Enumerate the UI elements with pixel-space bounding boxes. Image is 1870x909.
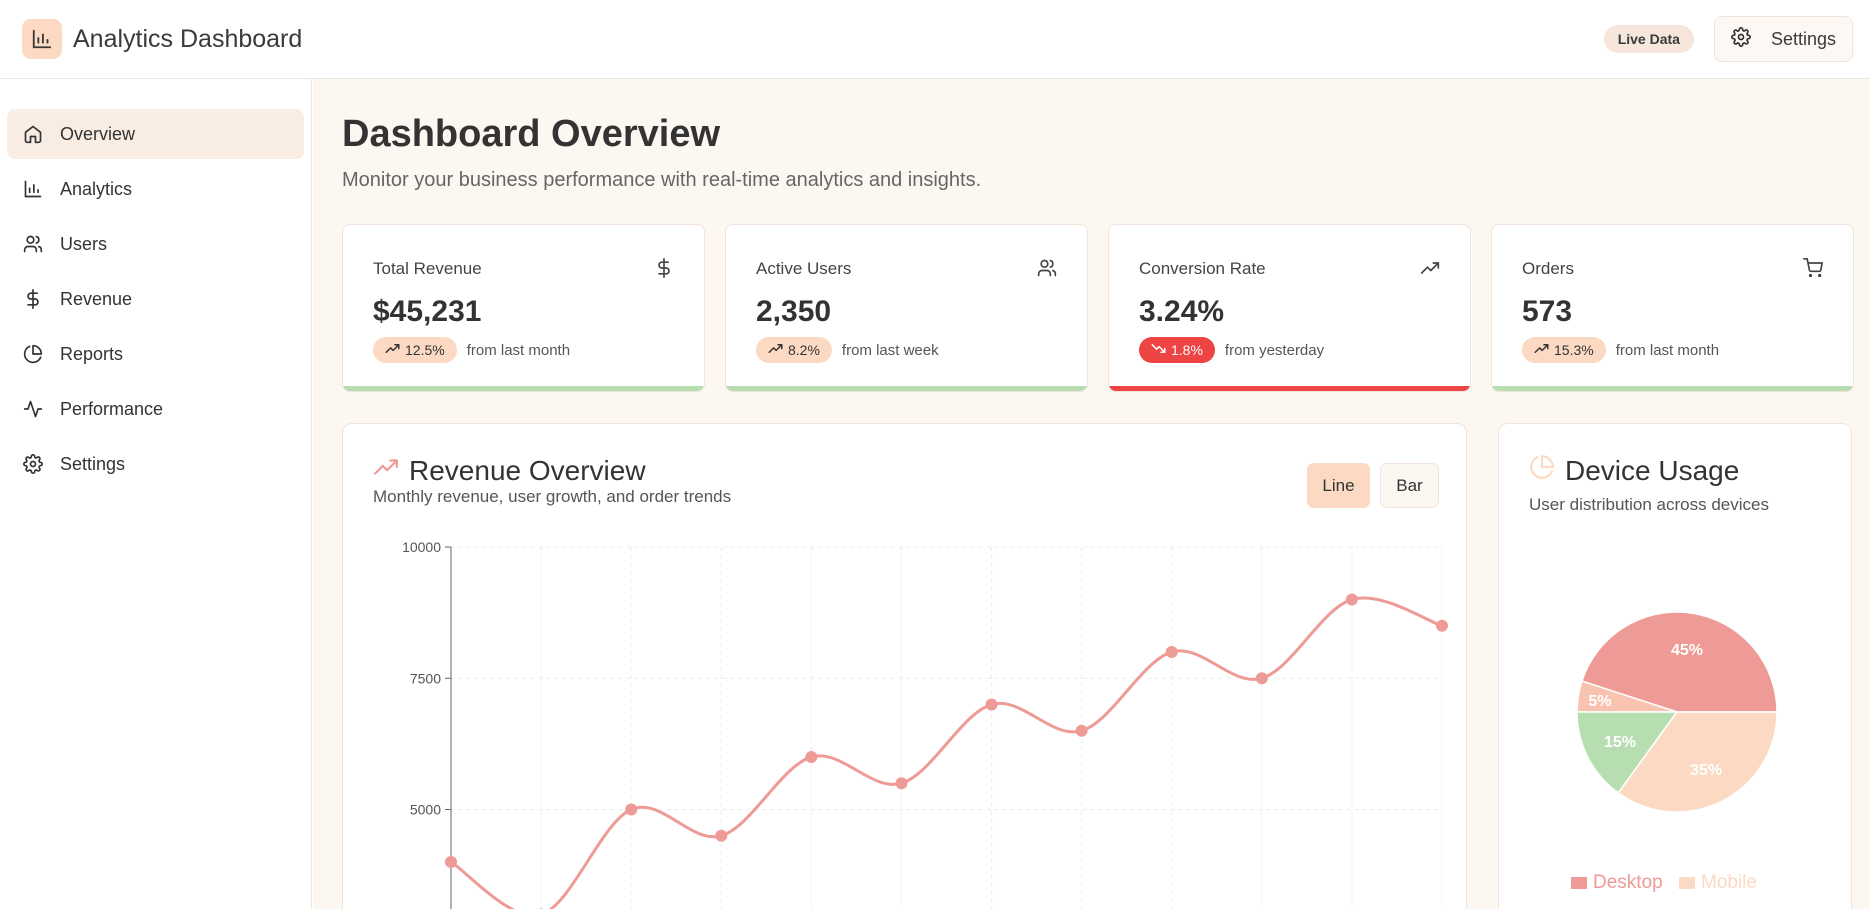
- cart-icon: [1803, 258, 1823, 283]
- sidebar-item-label: Analytics: [60, 178, 133, 199]
- device-usage-panel: Device Usage User distribution across de…: [1498, 423, 1852, 909]
- sidebar-item-label: Settings: [60, 453, 126, 474]
- sidebar-item-settings[interactable]: Settings: [7, 439, 304, 489]
- data-point: [715, 829, 728, 842]
- delta-period: from last month: [466, 341, 571, 359]
- card-value: 3.24%: [1139, 295, 1225, 328]
- data-point: [985, 698, 998, 711]
- delta-value: 12.5%: [405, 342, 445, 358]
- users-icon: [22, 233, 44, 255]
- card-accent-bar: [343, 386, 704, 391]
- data-point: [1255, 672, 1268, 685]
- sidebar-item-label: Reports: [60, 343, 124, 364]
- trend-up-icon: [1534, 341, 1549, 359]
- y-tick-label: 10000: [402, 539, 441, 555]
- legend-swatch: [1679, 877, 1695, 889]
- card-value: 2,350: [756, 295, 832, 328]
- stat-cards: Total Revenue $45,231 12.5% from last mo…: [342, 224, 1854, 392]
- stat-card-orders: Orders 573 15.3% from last month: [1491, 224, 1854, 392]
- card-label: Orders: [1522, 259, 1574, 278]
- revenue-series-line: [450, 596, 1443, 909]
- sidebar-item-revenue[interactable]: Revenue: [7, 274, 304, 324]
- sidebar-item-label: Revenue: [60, 288, 133, 309]
- legend-label: Desktop: [1593, 872, 1663, 893]
- data-point: [1165, 646, 1178, 658]
- pie-slice-label: 45%: [1671, 642, 1703, 659]
- delta-period: from yesterday: [1224, 341, 1325, 359]
- trending-up-icon: [1420, 258, 1440, 283]
- home-icon: [22, 123, 44, 145]
- legend-label: Mobile: [1701, 872, 1757, 893]
- card-value: $45,231: [373, 295, 482, 328]
- app-title: Analytics Dashboard: [73, 24, 303, 53]
- delta-period: from last month: [1615, 341, 1720, 359]
- delta-badge: 15.3%: [1522, 337, 1606, 363]
- card-label: Conversion Rate: [1139, 259, 1266, 278]
- data-point: [625, 803, 638, 816]
- card-accent-bar: [726, 386, 1087, 391]
- delta-value: 15.3%: [1554, 342, 1594, 358]
- trend-down-icon: [1151, 341, 1166, 359]
- device-pie-chart: 45% 5% 15% 35% Desktop Mobile: [1571, 611, 1778, 893]
- sidebar-item-label: Performance: [60, 398, 164, 419]
- y-tick-label: 7500: [410, 670, 441, 686]
- stat-card-conversion-rate: Conversion Rate 3.24% 1.8% from yesterda…: [1108, 224, 1471, 392]
- delta-badge: 8.2%: [756, 337, 832, 363]
- page-subtitle: Monitor your business performance with r…: [342, 169, 982, 191]
- data-point: [1075, 724, 1088, 737]
- sidebar-item-label: Overview: [60, 123, 136, 144]
- gear-icon: [1731, 26, 1751, 52]
- card-accent-bar: [1492, 386, 1853, 391]
- settings-button-label: Settings: [1770, 28, 1836, 49]
- data-point: [1436, 619, 1448, 632]
- revenue-line-chart: 25005000750010000: [402, 539, 1448, 909]
- page-title: Dashboard Overview: [342, 113, 721, 155]
- users-icon: [1037, 258, 1057, 283]
- delta-value: 1.8%: [1171, 342, 1203, 358]
- pie-slice-label: 5%: [1588, 693, 1611, 710]
- delta-period: from last week: [841, 341, 939, 359]
- delta-value: 8.2%: [788, 342, 820, 358]
- data-point: [1345, 593, 1358, 606]
- sidebar-item-users[interactable]: Users: [7, 219, 304, 269]
- card-value: 573: [1522, 295, 1573, 328]
- data-point: [445, 856, 457, 868]
- activity-icon: [22, 398, 44, 420]
- stat-card-active-users: Active Users 2,350 8.2% from last week: [725, 224, 1088, 392]
- bar-chart-icon: [22, 19, 62, 59]
- dollar-icon: [654, 258, 674, 283]
- pie-slice-label: 15%: [1604, 734, 1636, 751]
- settings-button[interactable]: Settings: [1713, 16, 1853, 62]
- card-label: Total Revenue: [373, 259, 482, 278]
- card-accent-bar: [1109, 386, 1470, 391]
- sidebar-item-performance[interactable]: Performance: [7, 384, 304, 434]
- bar-chart-icon: [22, 178, 44, 200]
- data-point: [805, 751, 818, 763]
- sidebar-item-overview[interactable]: Overview: [7, 109, 304, 159]
- pie-slice-label: 35%: [1690, 762, 1722, 779]
- pie-chart-icon: [22, 343, 44, 365]
- data-point: [895, 777, 908, 790]
- app-header: Analytics Dashboard Live Data Settings: [0, 0, 1870, 79]
- sidebar-item-analytics[interactable]: Analytics: [7, 164, 304, 214]
- legend-swatch: [1571, 877, 1587, 889]
- trend-up-icon: [768, 341, 783, 359]
- delta-badge: 1.8%: [1139, 337, 1215, 363]
- revenue-overview-panel: Revenue Overview Monthly revenue, user g…: [342, 423, 1467, 909]
- stat-card-total-revenue: Total Revenue $45,231 12.5% from last mo…: [342, 224, 705, 392]
- brand: Analytics Dashboard: [22, 19, 302, 59]
- dollar-icon: [22, 288, 44, 310]
- card-label: Active Users: [756, 259, 852, 278]
- trend-up-icon: [385, 341, 400, 359]
- y-tick-label: 5000: [410, 802, 441, 818]
- delta-badge: 12.5%: [373, 337, 457, 363]
- live-data-badge: Live Data: [1603, 25, 1694, 53]
- sidebar-item-reports[interactable]: Reports: [7, 329, 304, 379]
- gear-icon: [22, 453, 44, 475]
- sidebar-item-label: Users: [60, 233, 108, 254]
- main-content: Dashboard Overview Monitor your business…: [313, 79, 1870, 909]
- sidebar: Overview Analytics Users Revenue Reports…: [0, 79, 312, 909]
